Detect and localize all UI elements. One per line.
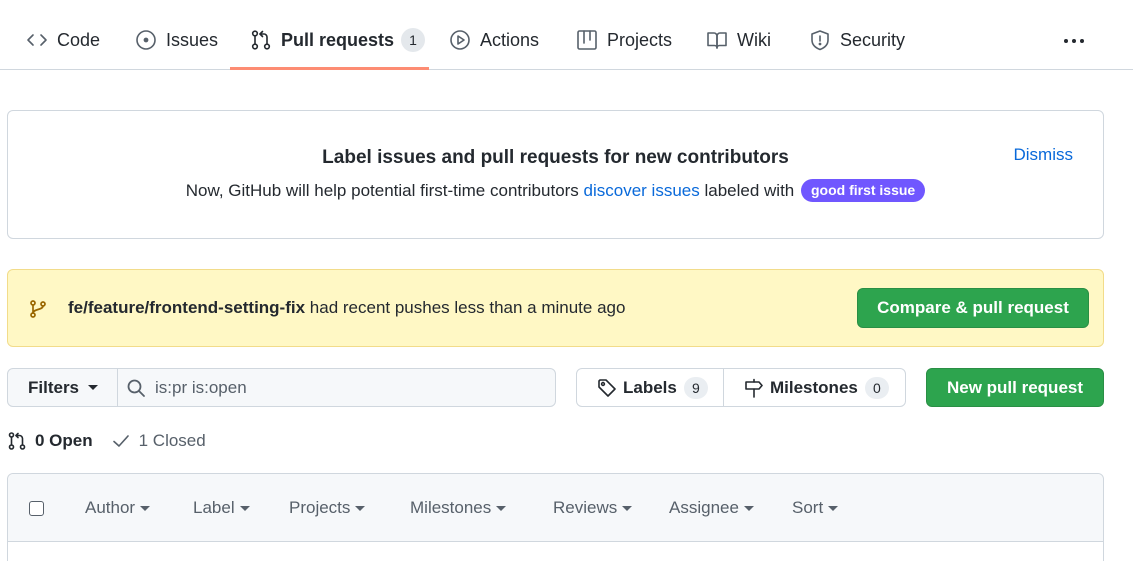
tab-code[interactable]: Code <box>26 20 100 60</box>
play-icon <box>450 30 470 50</box>
sort-filter-label: Sort <box>792 498 824 517</box>
new-contributors-banner: Label issues and pull requests for new c… <box>7 110 1104 239</box>
caret-down-icon <box>140 505 151 511</box>
tab-projects[interactable]: Projects <box>576 20 672 60</box>
milestones-count: 0 <box>864 376 889 399</box>
milestones-filter-label: Milestones <box>410 498 492 517</box>
tab-security[interactable]: Security <box>809 20 905 60</box>
projects-filter-label: Projects <box>289 498 351 517</box>
milestones-label: Milestones <box>770 377 858 397</box>
tab-pull-requests-label: Pull requests <box>281 29 395 50</box>
search-icon <box>127 379 145 397</box>
tab-wiki-label: Wiki <box>737 29 771 50</box>
label-filter-label: Label <box>193 498 235 517</box>
repo-tab-nav: Code Issues Pull requests 1 Actions Proj… <box>0 0 1133 70</box>
open-pulls-link[interactable]: 0 Open <box>7 431 93 451</box>
tab-issues-label: Issues <box>166 29 219 50</box>
labels-label: Labels <box>623 377 677 397</box>
caret-down-icon <box>239 505 250 511</box>
divider <box>723 369 724 406</box>
discover-issues-link[interactable]: discover issues <box>584 181 700 200</box>
assignee-filter[interactable]: Assignee <box>669 498 754 518</box>
git-branch-icon <box>30 300 46 318</box>
tab-projects-label: Projects <box>607 29 673 50</box>
labels-count: 9 <box>683 376 708 399</box>
dismiss-button[interactable]: Dismiss <box>1014 145 1074 165</box>
tab-issues[interactable]: Issues <box>135 20 218 60</box>
caret-down-icon <box>743 505 754 511</box>
filters-dropdown-button[interactable]: Filters <box>8 369 118 406</box>
tab-wiki[interactable]: Wiki <box>706 20 771 60</box>
table-icon <box>577 30 597 50</box>
reviews-filter-label: Reviews <box>553 498 618 517</box>
good-first-issue-label[interactable]: good first issue <box>800 179 926 202</box>
tab-actions-label: Actions <box>480 29 540 50</box>
milestone-icon <box>745 378 763 398</box>
tag-icon <box>598 378 616 397</box>
pull-requests-count: 1 <box>401 28 426 52</box>
milestones-filter[interactable]: Milestones <box>410 498 507 518</box>
compare-pull-request-button[interactable]: Compare & pull request <box>857 288 1089 328</box>
reviews-filter[interactable]: Reviews <box>553 498 633 518</box>
recent-push-text: fe/feature/frontend-setting-fix had rece… <box>68 298 625 318</box>
tab-security-label: Security <box>840 29 906 50</box>
caret-down-icon <box>828 505 839 511</box>
book-icon <box>707 32 727 49</box>
pull-request-list: Author Label Projects Milestones Reviews… <box>7 473 1104 561</box>
banner-text-after: labeled with <box>699 181 799 200</box>
tab-actions[interactable]: Actions <box>449 20 539 60</box>
filter-bar: Filters <box>7 368 556 407</box>
recent-push-banner: fe/feature/frontend-setting-fix had rece… <box>7 269 1104 347</box>
issue-opened-icon <box>136 30 156 50</box>
tab-pull-requests[interactable]: Pull requests 1 <box>250 20 426 60</box>
caret-down-icon <box>496 505 507 511</box>
labels-button[interactable]: Labels 9 <box>597 369 708 406</box>
git-pull-request-icon <box>8 432 26 450</box>
assignee-filter-label: Assignee <box>669 498 739 517</box>
shield-icon <box>811 30 829 51</box>
milestones-button[interactable]: Milestones 0 <box>744 369 889 406</box>
tab-code-label: Code <box>57 29 101 50</box>
selected-tab-underline <box>230 67 429 70</box>
label-filter[interactable]: Label <box>193 498 250 518</box>
banner-text: Now, GitHub will help potential first-ti… <box>8 179 1103 202</box>
code-icon <box>27 34 47 46</box>
check-icon <box>112 435 129 447</box>
banner-text-before: Now, GitHub will help potential first-ti… <box>185 181 584 200</box>
state-toggle: 0 Open 1 Closed <box>7 428 206 454</box>
recent-push-message: had recent pushes less than a minute ago <box>305 298 626 317</box>
filters-label: Filters <box>28 377 80 397</box>
caret-down-icon <box>355 505 366 511</box>
list-header: Author Label Projects Milestones Reviews… <box>8 474 1103 542</box>
git-pull-request-icon <box>251 30 271 50</box>
closed-pulls-link[interactable]: 1 Closed <box>111 431 206 451</box>
author-filter-label: Author <box>85 498 136 517</box>
author-filter[interactable]: Author <box>85 498 151 518</box>
new-pull-request-button[interactable]: New pull request <box>926 368 1104 407</box>
caret-down-icon <box>622 505 633 511</box>
banner-title: Label issues and pull requests for new c… <box>322 147 789 168</box>
open-count-label: 0 Open <box>35 431 93 450</box>
caret-down-icon <box>88 385 99 390</box>
branch-name[interactable]: fe/feature/frontend-setting-fix <box>68 298 305 317</box>
projects-filter[interactable]: Projects <box>289 498 366 518</box>
search-input[interactable] <box>155 369 550 406</box>
sort-filter[interactable]: Sort <box>792 498 839 518</box>
kebab-horizontal-icon[interactable] <box>1058 28 1090 54</box>
closed-count-label: 1 Closed <box>138 431 206 450</box>
labels-milestones-group: Labels 9 Milestones 0 <box>576 368 906 407</box>
select-all-checkbox[interactable] <box>29 501 44 516</box>
